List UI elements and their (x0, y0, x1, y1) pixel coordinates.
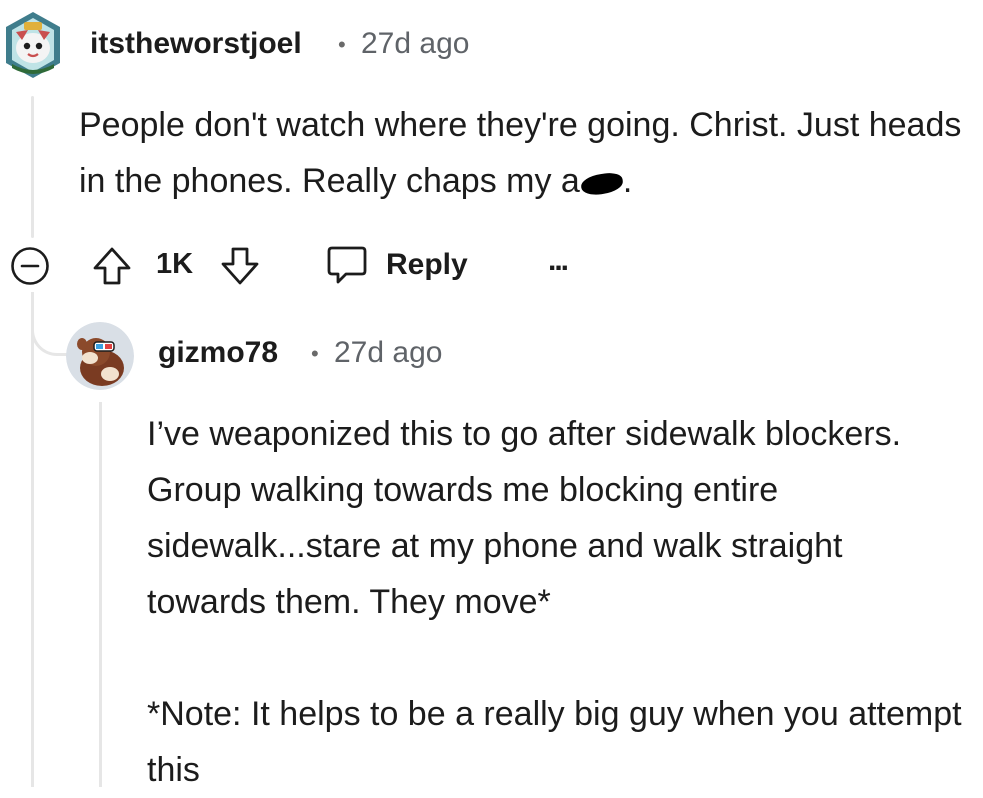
reply-timestamp: 27d ago (334, 336, 443, 369)
reply-paragraph: *Note: It helps to be a really big guy w… (147, 695, 962, 789)
comment-author[interactable]: itstheworstjoel (90, 27, 302, 61)
user-avatar[interactable] (2, 10, 64, 80)
thread-line[interactable] (31, 96, 34, 238)
comment-body-period: . (622, 162, 633, 200)
thread-line[interactable] (31, 292, 34, 787)
downvote-arrow-icon (221, 247, 259, 285)
meta-separator: • (338, 32, 346, 57)
more-dots-icon: ... (548, 244, 569, 277)
upvote-button[interactable] (90, 244, 134, 288)
more-options-button[interactable]: ... (548, 244, 569, 278)
user-avatar[interactable] (66, 322, 134, 390)
redaction-scribble (579, 171, 625, 197)
comment-body-text: People don't watch where they're going. … (79, 106, 962, 200)
comment-body: People don't watch where they're going. … (79, 97, 979, 209)
thread-connector (31, 300, 71, 356)
reply-button[interactable]: Reply (326, 242, 468, 288)
downvote-button[interactable] (218, 244, 262, 288)
upvote-arrow-icon (93, 247, 131, 285)
comment-timestamp: 27d ago (361, 27, 470, 60)
reply-author[interactable]: gizmo78 (158, 336, 278, 370)
reply-thread-line[interactable] (99, 402, 102, 787)
comment-action-bar: 1K Reply ... (0, 240, 983, 290)
collapse-button[interactable] (10, 246, 50, 286)
vote-score: 1K (156, 248, 194, 280)
reply-body: I’ve weaponized this to go after sidewal… (147, 406, 967, 798)
collapse-icon (11, 247, 49, 285)
speech-bubble-icon (327, 246, 367, 284)
meta-separator: • (311, 341, 319, 366)
reply-label: Reply (386, 248, 468, 281)
reply-paragraph: I’ve weaponized this to go after sidewal… (147, 415, 902, 621)
